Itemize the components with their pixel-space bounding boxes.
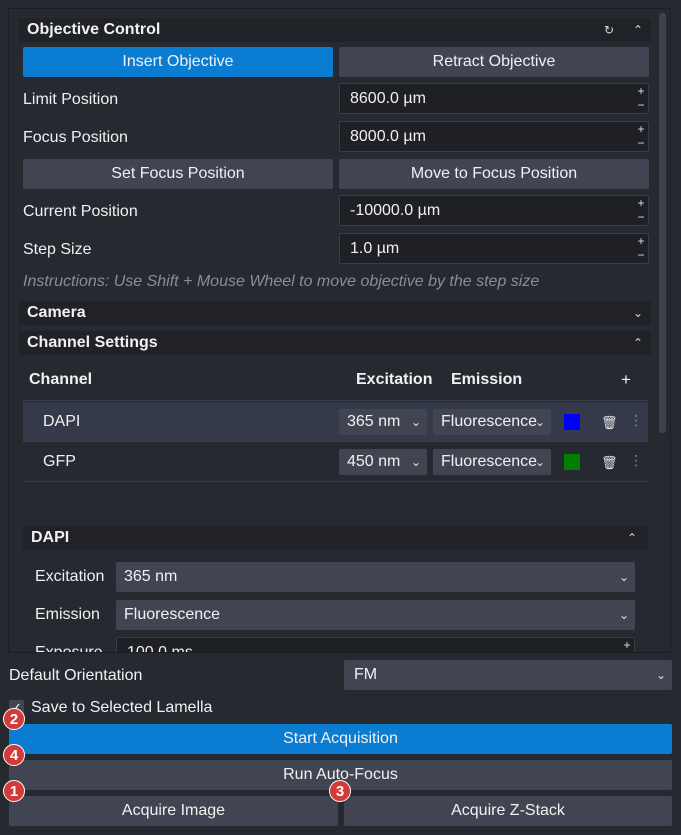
annotation-badge-2: 2 <box>3 708 25 730</box>
annotation-badge-4: 4 <box>3 744 25 766</box>
more-options-icon[interactable]: ⋮ <box>629 452 643 468</box>
current-position-value: -10000.0 µm <box>350 202 441 219</box>
objective-control-title: Objective Control <box>27 21 161 38</box>
dapi-emission-label: Emission <box>35 606 100 623</box>
default-orientation-select[interactable]: FM ⌄ <box>344 660 672 690</box>
channel-name: GFP <box>43 453 76 470</box>
scroll-panel[interactable]: Objective Control ↻ ⌃ Insert Objective R… <box>8 8 671 653</box>
camera-header[interactable]: Camera ⌄ <box>19 301 651 325</box>
excitation-select[interactable]: 365 nm ⌄ <box>339 409 427 435</box>
increment-icon[interactable]: + <box>636 197 646 209</box>
set-focus-position-button[interactable]: Set Focus Position <box>23 159 333 189</box>
channel-row-dapi[interactable]: DAPI 365 nm ⌄ Fluorescence ⌄ 🗑 ⋮ <box>23 402 648 442</box>
increment-icon[interactable]: + <box>636 85 646 97</box>
annotation-badge-3: 3 <box>329 780 351 802</box>
camera-title: Camera <box>27 304 86 321</box>
excitation-select[interactable]: 450 nm ⌄ <box>339 449 427 475</box>
emission-select[interactable]: Fluorescence ⌄ <box>433 449 551 475</box>
dapi-emission-value: Fluorescence <box>124 606 221 623</box>
excitation-value: 365 nm <box>347 413 401 430</box>
focus-position-label: Focus Position <box>23 129 128 146</box>
channel-color-swatch[interactable] <box>564 454 580 470</box>
chevron-down-icon: ⌄ <box>618 570 629 584</box>
limit-position-label: Limit Position <box>23 91 119 108</box>
limit-position-value: 8600.0 µm <box>350 90 426 107</box>
chevron-down-icon: ⌄ <box>534 415 545 429</box>
increment-icon[interactable]: + <box>636 123 646 135</box>
step-size-label: Step Size <box>23 241 92 258</box>
dapi-detail-title: DAPI <box>31 529 70 546</box>
collapse-icon[interactable]: ⌃ <box>633 331 643 355</box>
annotation-badge-1: 1 <box>3 780 25 802</box>
chevron-down-icon: ⌄ <box>410 455 421 469</box>
excitation-column-header: Excitation <box>356 371 433 388</box>
chevron-down-icon: ⌄ <box>534 455 545 469</box>
dapi-emission-select[interactable]: Fluorescence ⌄ <box>116 600 635 630</box>
dapi-excitation-label: Excitation <box>35 568 105 585</box>
table-divider <box>23 400 648 401</box>
chevron-down-icon: ⌄ <box>410 415 421 429</box>
refresh-icon[interactable]: ↻ <box>604 18 614 42</box>
decrement-icon[interactable]: − <box>636 137 646 149</box>
start-acquisition-button[interactable]: Start Acquisition <box>9 724 672 754</box>
expand-icon[interactable]: ⌄ <box>633 301 643 325</box>
retract-objective-button[interactable]: Retract Objective <box>339 47 649 77</box>
dapi-exposure-label: Exposure <box>35 644 103 653</box>
collapse-icon[interactable]: ⌃ <box>633 18 643 42</box>
current-position-input[interactable]: -10000.0 µm + − <box>339 195 649 226</box>
emission-value: Fluorescence <box>441 453 538 470</box>
limit-position-input[interactable]: 8600.0 µm + − <box>339 83 649 114</box>
collapse-icon[interactable]: ⌃ <box>627 526 637 550</box>
channel-color-swatch[interactable] <box>564 414 580 430</box>
increment-icon[interactable]: + <box>636 235 646 247</box>
default-orientation-label: Default Orientation <box>9 667 143 684</box>
scrollbar[interactable] <box>659 13 666 433</box>
focus-position-value: 8000.0 µm <box>350 128 426 145</box>
instructions-text: Instructions: Use Shift + Mouse Wheel to… <box>23 273 540 290</box>
dapi-exposure-input[interactable]: 100.0 ms + <box>116 637 635 653</box>
insert-objective-button[interactable]: Insert Objective <box>23 47 333 77</box>
channel-settings-header[interactable]: Channel Settings ⌃ <box>19 331 651 355</box>
chevron-down-icon: ⌄ <box>655 668 666 682</box>
emission-value: Fluorescence <box>441 413 538 430</box>
dapi-excitation-select[interactable]: 365 nm ⌄ <box>116 562 635 592</box>
dapi-excitation-value: 365 nm <box>124 568 178 585</box>
excitation-value: 450 nm <box>347 453 401 470</box>
trash-icon[interactable]: 🗑 <box>601 415 618 431</box>
channel-row-gfp[interactable]: GFP 450 nm ⌄ Fluorescence ⌄ 🗑 ⋮ <box>23 442 648 482</box>
chevron-down-icon: ⌄ <box>618 608 629 622</box>
channel-column-header: Channel <box>29 371 93 388</box>
current-position-label: Current Position <box>23 203 138 220</box>
decrement-icon[interactable]: − <box>636 249 646 261</box>
channel-settings-title: Channel Settings <box>27 334 158 351</box>
more-options-icon[interactable]: ⋮ <box>629 412 643 428</box>
step-size-input[interactable]: 1.0 µm + − <box>339 233 649 264</box>
acquire-z-stack-button[interactable]: Acquire Z-Stack <box>344 796 672 826</box>
step-size-value: 1.0 µm <box>350 240 400 257</box>
focus-position-input[interactable]: 8000.0 µm + − <box>339 121 649 152</box>
default-orientation-value: FM <box>354 666 378 683</box>
dapi-exposure-value: 100.0 ms <box>127 644 193 653</box>
acquire-image-button[interactable]: Acquire Image <box>9 796 338 826</box>
channel-name: DAPI <box>43 413 81 430</box>
save-to-lamella-label: Save to Selected Lamella <box>31 699 213 716</box>
add-channel-icon[interactable]: + <box>621 370 631 390</box>
decrement-icon[interactable]: − <box>636 211 646 223</box>
emission-select[interactable]: Fluorescence ⌄ <box>433 409 551 435</box>
decrement-icon[interactable]: − <box>636 99 646 111</box>
dapi-detail-header[interactable]: DAPI ⌃ <box>23 526 648 550</box>
move-to-focus-position-button[interactable]: Move to Focus Position <box>339 159 649 189</box>
trash-icon[interactable]: 🗑 <box>601 455 618 471</box>
objective-control-header[interactable]: Objective Control ↻ ⌃ <box>19 18 651 42</box>
emission-column-header: Emission <box>451 371 523 388</box>
increment-icon[interactable]: + <box>622 639 632 651</box>
